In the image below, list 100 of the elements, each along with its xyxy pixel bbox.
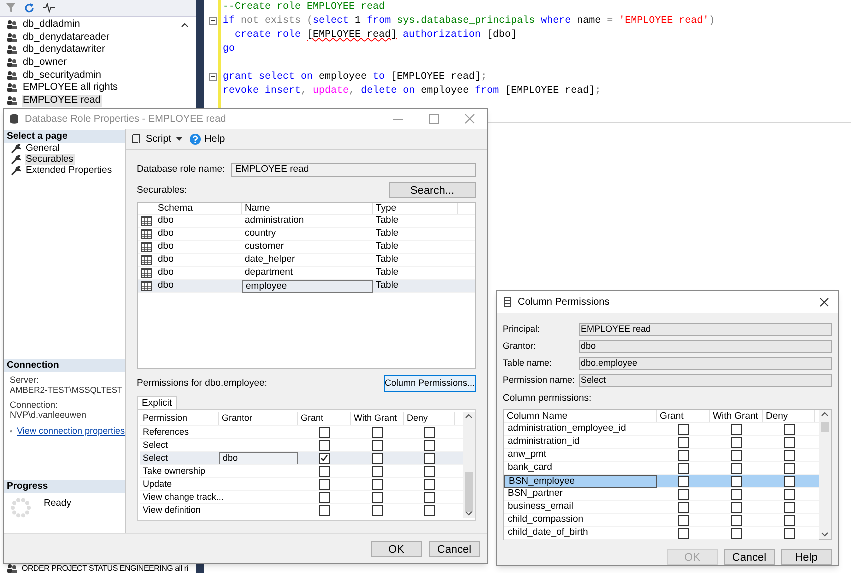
readonly-field[interactable]: Select: [579, 374, 832, 387]
checkbox[interactable]: [424, 478, 435, 490]
column-header[interactable]: Column Name: [504, 410, 657, 422]
checkbox[interactable]: [784, 462, 794, 474]
table-row[interactable]: administration_id: [504, 436, 819, 450]
checkbox[interactable]: [678, 476, 689, 487]
collapse-icon[interactable]: [209, 73, 217, 81]
table-row[interactable]: Update: [140, 477, 463, 490]
checkbox[interactable]: [784, 450, 794, 461]
tree-item[interactable]: db_ddladmin: [22, 19, 82, 32]
table-row[interactable]: dbo customer Table: [138, 241, 475, 254]
column-header[interactable]: Deny: [763, 410, 815, 422]
column-header[interactable]: Deny: [404, 412, 455, 426]
table-row[interactable]: dbo date_helper Table: [138, 254, 475, 268]
table-row[interactable]: business_email: [504, 501, 819, 514]
checkbox[interactable]: [372, 504, 383, 516]
checkbox[interactable]: [319, 426, 330, 438]
checkbox[interactable]: [424, 452, 435, 464]
tree-item[interactable]: db_denydatawriter: [22, 44, 106, 56]
dialog-button[interactable]: Help: [781, 549, 832, 566]
checkbox[interactable]: [424, 504, 435, 516]
script-button[interactable]: Script: [132, 132, 183, 146]
checkbox[interactable]: [319, 478, 330, 490]
checkbox[interactable]: [424, 426, 435, 438]
checkbox[interactable]: [731, 528, 742, 539]
tree-item[interactable]: EMPLOYEE all rights: [22, 82, 120, 94]
checkbox[interactable]: [319, 466, 330, 477]
table-row[interactable]: dbo administration Table: [138, 215, 475, 228]
readonly-field[interactable]: dbo.employee: [579, 357, 832, 370]
checkbox[interactable]: [319, 440, 330, 451]
readonly-field[interactable]: dbo: [579, 340, 832, 353]
column-header[interactable]: Schema: [155, 203, 242, 214]
scrollbar[interactable]: [819, 410, 831, 540]
checkbox[interactable]: [678, 514, 689, 526]
table-row[interactable]: administration_employee_id: [504, 423, 819, 436]
table-row[interactable]: BSN_partner: [504, 488, 819, 502]
checkbox[interactable]: [784, 436, 794, 448]
scroll-up-icon[interactable]: [181, 22, 189, 28]
checkbox[interactable]: [678, 488, 689, 500]
checkbox[interactable]: [784, 424, 794, 435]
activity-icon[interactable]: [43, 3, 55, 13]
checkbox[interactable]: [678, 462, 689, 474]
checkbox[interactable]: [731, 502, 742, 513]
checkbox[interactable]: [784, 502, 794, 513]
collapse-icon[interactable]: [209, 17, 217, 25]
dialog-button[interactable]: Search...: [389, 182, 476, 198]
checkbox[interactable]: [319, 492, 330, 503]
checkbox[interactable]: [372, 426, 383, 438]
tree-item[interactable]: db_denydatareader: [22, 32, 111, 44]
table-row[interactable]: Select dbo: [140, 451, 463, 464]
checkbox[interactable]: [372, 478, 383, 490]
nav-item[interactable]: Extended Properties: [25, 165, 114, 176]
explicit-tab[interactable]: Explicit: [137, 396, 178, 410]
checkbox[interactable]: [678, 450, 689, 461]
column-header[interactable]: Grantor: [219, 412, 298, 426]
checkbox[interactable]: [678, 502, 689, 513]
checkbox[interactable]: [372, 452, 383, 464]
table-row[interactable]: dbo employee Table: [138, 280, 475, 294]
maximize-icon[interactable]: [429, 114, 439, 124]
table-row[interactable]: anw_pmt: [504, 449, 819, 462]
tree-item[interactable]: db_owner: [22, 57, 68, 70]
readonly-field[interactable]: EMPLOYEE read: [579, 323, 832, 336]
checkbox[interactable]: [319, 504, 330, 516]
refresh-icon[interactable]: [24, 2, 35, 14]
nav-item[interactable]: General: [25, 143, 61, 154]
checkbox[interactable]: [731, 450, 742, 461]
column-header[interactable]: Grant: [657, 410, 710, 422]
checkbox[interactable]: [784, 514, 794, 526]
column-header[interactable]: Permission: [140, 412, 219, 426]
checkbox[interactable]: [424, 492, 435, 503]
checkbox[interactable]: [424, 440, 435, 451]
checkbox[interactable]: [678, 424, 689, 435]
scroll-thumb[interactable]: [821, 422, 829, 432]
column-header[interactable]: With Grant: [351, 412, 404, 426]
column-header[interactable]: Name: [242, 203, 373, 214]
tree-item[interactable]: EMPLOYEE read: [22, 94, 102, 107]
tree-item[interactable]: ORDER PROJECT STATUS ENGINEERING all ri: [22, 564, 188, 573]
table-row[interactable]: dbo country Table: [138, 228, 475, 242]
dialog-button[interactable]: OK: [371, 540, 422, 556]
checkbox[interactable]: [731, 488, 742, 500]
checkbox[interactable]: [424, 466, 435, 477]
table-row[interactable]: View definition: [140, 503, 463, 516]
table-row[interactable]: Take ownership: [140, 464, 463, 478]
checkbox[interactable]: [372, 492, 383, 503]
checkbox[interactable]: [731, 476, 742, 487]
checkbox[interactable]: [731, 424, 742, 435]
column-header[interactable]: Grant: [298, 412, 351, 426]
checkbox[interactable]: [784, 528, 794, 539]
scroll-thumb[interactable]: [465, 472, 473, 512]
checkbox[interactable]: [319, 452, 330, 464]
dialog-button[interactable]: Cancel: [724, 549, 775, 566]
checkbox[interactable]: [678, 436, 689, 448]
checkbox[interactable]: [678, 528, 689, 539]
table-row[interactable]: child_compassion: [504, 514, 819, 528]
checkbox[interactable]: [784, 476, 794, 487]
nav-item[interactable]: Securables: [25, 154, 75, 165]
checkbox[interactable]: [731, 462, 742, 474]
table-row[interactable]: View change track...: [140, 490, 463, 504]
table-row[interactable]: child_date_of_birth: [504, 527, 819, 540]
column-header[interactable]: With Grant: [710, 410, 763, 422]
